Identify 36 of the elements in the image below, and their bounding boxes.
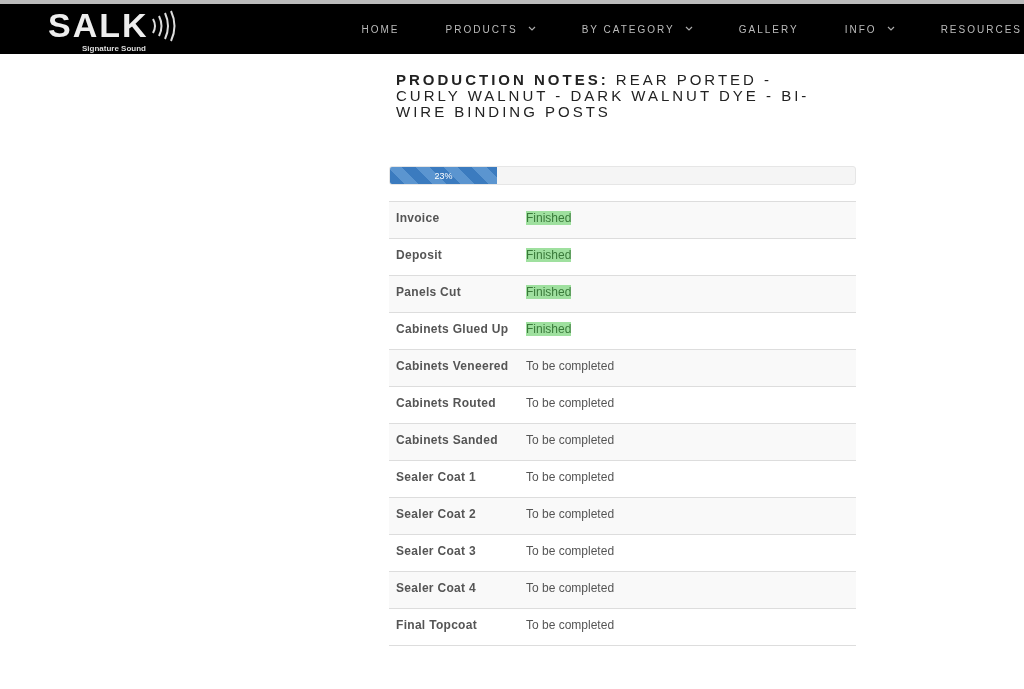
step-status: Finished	[526, 248, 572, 262]
step-name: Sealer Coat 4	[395, 581, 477, 595]
step-name: Panels Cut	[395, 285, 462, 299]
step-name: Final Topcoat	[395, 618, 478, 632]
step-status: Finished	[526, 322, 572, 336]
step-name: Invoice	[395, 211, 441, 225]
step-status: To be completed	[526, 433, 615, 447]
step-status: To be completed	[526, 359, 615, 373]
caret-icon	[886, 26, 895, 32]
step-name: Deposit	[395, 248, 444, 262]
nav-link[interactable]: PRODUCTS	[425, 23, 562, 35]
step-status: Finished	[526, 211, 572, 225]
step-status: Finished	[526, 285, 572, 299]
progress-reading: 23%	[434, 170, 453, 181]
step-name: Sealer Coat 2	[395, 507, 477, 521]
step-status: To be completed	[526, 396, 615, 410]
caret-icon	[527, 26, 536, 32]
step-name: Cabinets Glued Up	[395, 322, 510, 336]
step-name: Cabinets Sanded	[395, 433, 499, 447]
step-status: To be completed	[526, 581, 615, 595]
nav-link[interactable]: HOME	[341, 23, 426, 35]
production-notes-heading: PRODUCTION NOTES: REAR PORTED - CURLY WALNUT - DARK WALNUT DYE - BI-WIRE BINDING POSTS	[396, 72, 811, 120]
step-status: To be completed	[526, 470, 615, 484]
step-name: Cabinets Routed	[395, 396, 497, 410]
nav-link[interactable]: GALLERY	[718, 23, 825, 35]
step-name: Sealer Coat 3	[395, 544, 477, 558]
step-status: To be completed	[526, 618, 615, 632]
step-status: To be completed	[526, 544, 615, 558]
nav-link[interactable]: BY CATEGORY	[561, 23, 719, 35]
step-status: To be completed	[526, 507, 615, 521]
nav-link[interactable]: INFO	[824, 23, 921, 35]
step-name: Sealer Coat 1	[395, 470, 477, 484]
caret-icon	[684, 26, 693, 32]
step-name: Cabinets Veneered	[395, 359, 510, 373]
nav-link[interactable]: RESOURCES	[920, 23, 1024, 35]
logo[interactable]: SALK Signature Sound	[48, 7, 179, 51]
